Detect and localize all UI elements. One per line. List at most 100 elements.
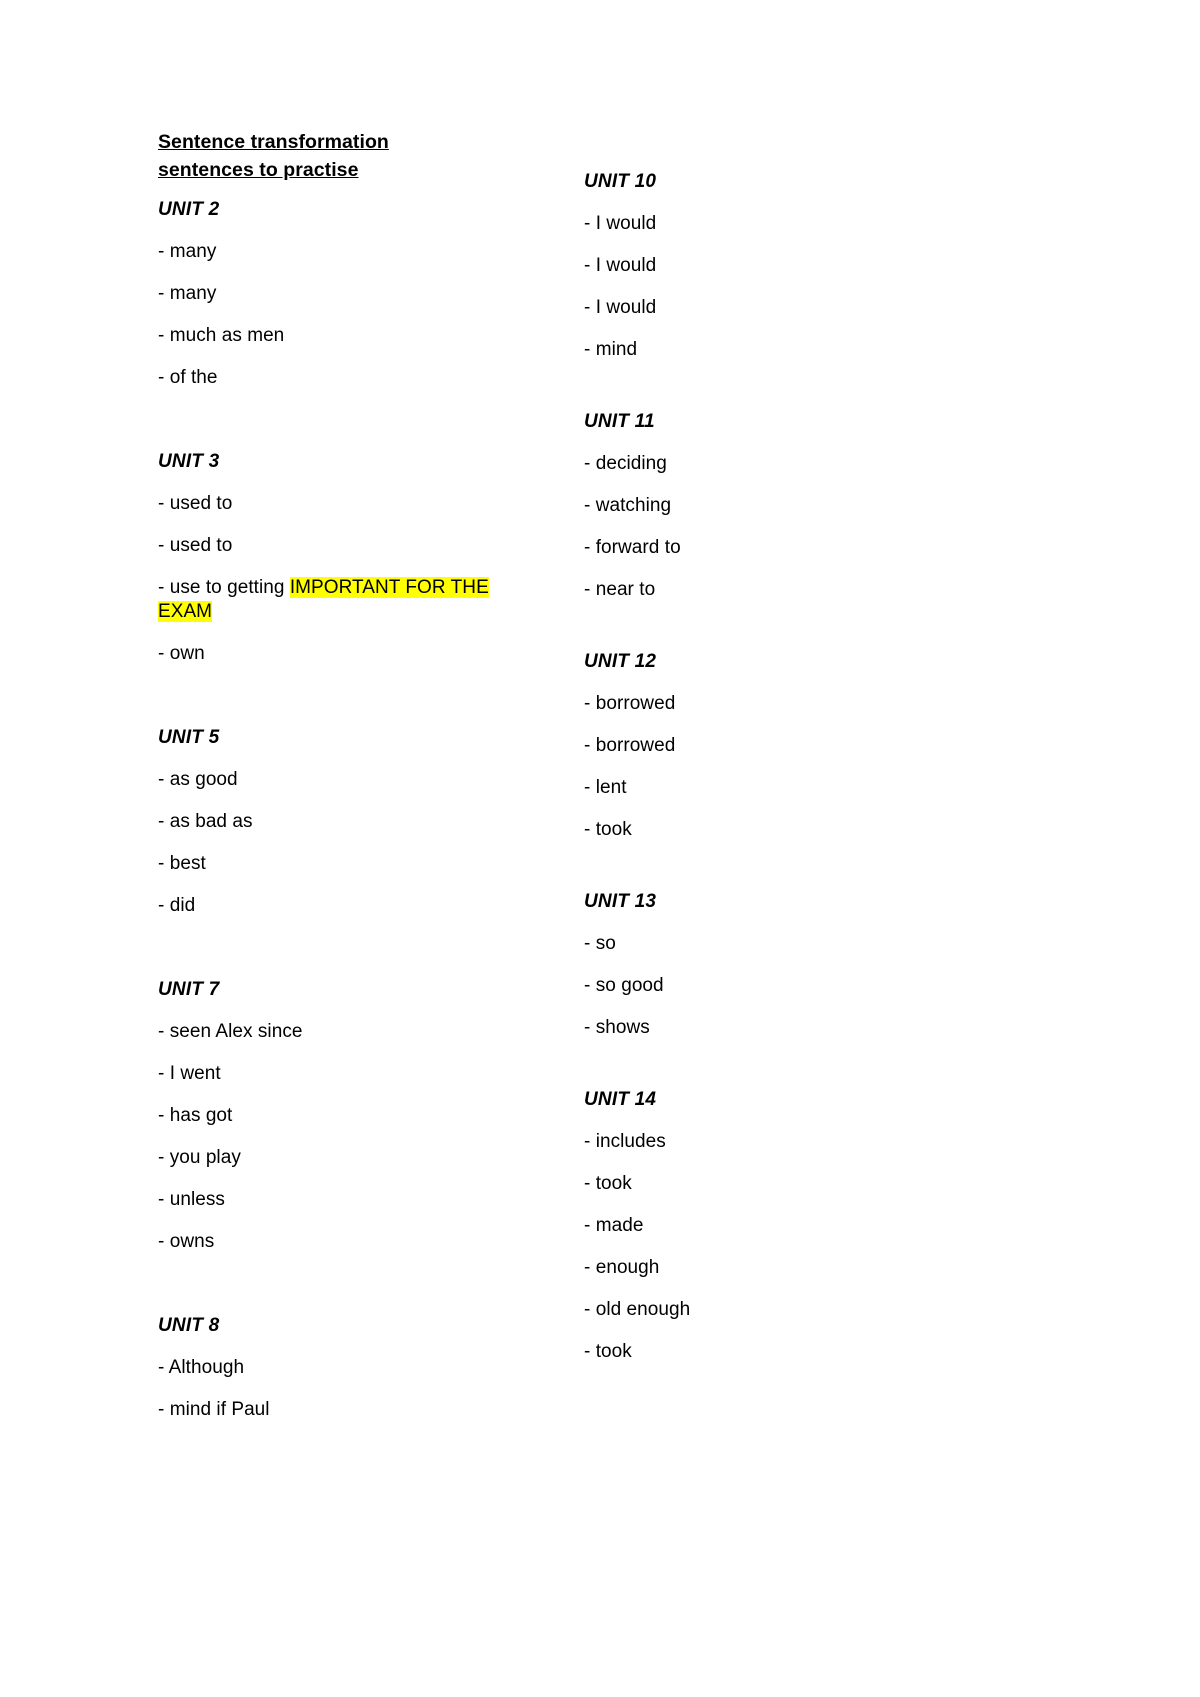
unit-heading: UNIT 13 bbox=[584, 891, 657, 912]
answer-text: - lent bbox=[584, 777, 627, 798]
answer-item: - use to getting IMPORTANT FOR THE EXAM bbox=[158, 576, 518, 624]
answer-item: - own bbox=[158, 642, 518, 666]
heading-spacer bbox=[584, 194, 924, 212]
answer-item: - took bbox=[584, 1172, 924, 1196]
unit-heading: UNIT 11 bbox=[584, 411, 655, 432]
answer-text: - near to bbox=[584, 579, 656, 600]
answer-text: - owns bbox=[158, 1231, 215, 1252]
answer-text: - as good bbox=[158, 769, 238, 790]
answer-text: - has got bbox=[158, 1105, 233, 1126]
answer-item: - I would bbox=[584, 212, 924, 236]
answer-item: - so bbox=[584, 932, 924, 956]
answer-text: - includes bbox=[584, 1131, 666, 1152]
heading-spacer bbox=[584, 674, 924, 692]
answer-text: - use to getting bbox=[158, 577, 290, 598]
item-spacer bbox=[158, 348, 518, 366]
item-spacer bbox=[584, 1322, 924, 1340]
answer-item: - unless bbox=[158, 1188, 518, 1212]
answer-text: - I went bbox=[158, 1063, 221, 1084]
answer-item: - you play bbox=[158, 1146, 518, 1170]
item-spacer bbox=[158, 558, 518, 576]
answer-item: - many bbox=[158, 240, 518, 264]
right-column: UNIT 10 - I would - I would - I would - mind… bbox=[584, 170, 924, 1364]
answer-item: - I went bbox=[158, 1062, 518, 1086]
unit-heading: UNIT 3 bbox=[158, 451, 220, 472]
heading-spacer bbox=[158, 1002, 518, 1020]
item-spacer bbox=[158, 1212, 518, 1230]
answer-item: - used to bbox=[158, 534, 518, 558]
answer-text: - used to bbox=[158, 493, 233, 514]
answer-text: - I would bbox=[584, 213, 657, 234]
answer-text: - so good bbox=[584, 975, 664, 996]
heading-spacer bbox=[158, 474, 518, 492]
answer-item: - mind if Paul bbox=[158, 1398, 518, 1422]
heading-spacer bbox=[584, 434, 924, 452]
answer-text: - many bbox=[158, 241, 217, 262]
unit-heading: UNIT 7 bbox=[158, 979, 220, 1000]
answer-text: - took bbox=[584, 1173, 632, 1194]
heading-spacer bbox=[158, 222, 518, 240]
item-spacer bbox=[158, 834, 518, 852]
answer-item: - made bbox=[584, 1214, 924, 1238]
answer-item: - has got bbox=[158, 1104, 518, 1128]
item-spacer bbox=[584, 998, 924, 1016]
item-spacer bbox=[584, 758, 924, 776]
answer-item: - borrowed bbox=[584, 692, 924, 716]
answer-text: - mind bbox=[584, 339, 638, 360]
answer-item: - seen Alex since bbox=[158, 1020, 518, 1044]
item-spacer bbox=[158, 792, 518, 810]
item-spacer bbox=[158, 876, 518, 894]
answer-text: - best bbox=[158, 853, 206, 874]
answer-text: - enough bbox=[584, 1257, 660, 1278]
answer-item: - used to bbox=[158, 492, 518, 516]
answer-text: - many bbox=[158, 283, 217, 304]
item-spacer bbox=[584, 800, 924, 818]
answer-text: - old enough bbox=[584, 1299, 691, 1320]
item-spacer bbox=[584, 1154, 924, 1172]
answer-text: - own bbox=[158, 643, 205, 664]
answer-text: - seen Alex since bbox=[158, 1021, 303, 1042]
item-spacer bbox=[158, 1380, 518, 1398]
unit-heading: UNIT 10 bbox=[584, 171, 657, 192]
right-column-sections: UNIT 10 - I would - I would - I would - mind… bbox=[584, 170, 924, 1364]
item-spacer bbox=[158, 516, 518, 534]
answer-text: - used to bbox=[158, 535, 233, 556]
answer-item: - watching bbox=[584, 494, 924, 518]
page-title: Sentence transformation sentences to pra… bbox=[158, 131, 389, 181]
answer-text: - shows bbox=[584, 1017, 650, 1038]
answer-text: - did bbox=[158, 895, 196, 916]
answer-text: - deciding bbox=[584, 453, 667, 474]
item-spacer bbox=[584, 956, 924, 974]
answer-text: - unless bbox=[158, 1189, 225, 1210]
answer-text: - made bbox=[584, 1215, 644, 1236]
answer-text: - as bad as bbox=[158, 811, 253, 832]
item-spacer bbox=[584, 320, 924, 338]
answer-item: - enough bbox=[584, 1256, 924, 1280]
answer-item: - borrowed bbox=[584, 734, 924, 758]
answer-item: - owns bbox=[158, 1230, 518, 1254]
answer-item: - of the bbox=[158, 366, 518, 390]
answer-text: - watching bbox=[584, 495, 672, 516]
item-spacer bbox=[158, 1086, 518, 1104]
unit-heading: UNIT 8 bbox=[158, 1315, 220, 1336]
answer-item: - deciding bbox=[584, 452, 924, 476]
item-spacer bbox=[584, 1280, 924, 1298]
answer-text: - borrowed bbox=[584, 693, 676, 714]
answer-item: - I would bbox=[584, 296, 924, 320]
answer-text: - I would bbox=[584, 255, 657, 276]
answer-item: - shows bbox=[584, 1016, 924, 1040]
left-column: Sentence transformation sentences to pra… bbox=[158, 128, 518, 1422]
heading-spacer bbox=[584, 1112, 924, 1130]
answer-text: - so bbox=[584, 933, 616, 954]
item-spacer bbox=[158, 264, 518, 282]
item-spacer bbox=[584, 1238, 924, 1256]
answer-text: - of the bbox=[158, 367, 218, 388]
document-page: Sentence transformation sentences to pra… bbox=[0, 0, 1200, 1697]
answer-text: - you play bbox=[158, 1147, 241, 1168]
answer-item: - mind bbox=[584, 338, 924, 362]
